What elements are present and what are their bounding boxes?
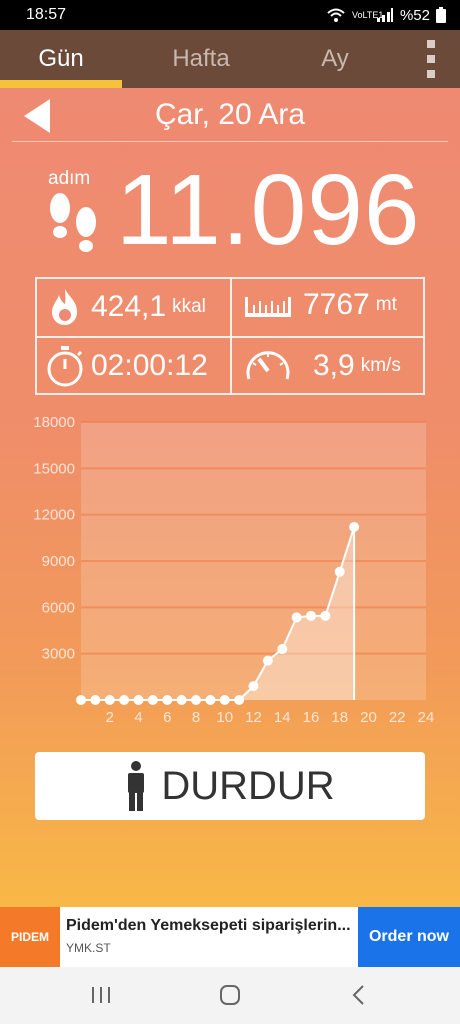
signal-icon: [376, 8, 393, 22]
chart-xtick-label: 4: [134, 709, 142, 726]
steps-chart-svg: 3000600090001200015000180002 4 6 8 10 12 14 16 1…: [33, 414, 435, 726]
chart-data-point: [162, 695, 173, 705]
chart-xtick-label: 18: [331, 709, 348, 726]
battery-percent: %52: [399, 6, 430, 24]
status-time: 18:57: [26, 6, 67, 23]
flame-icon: [52, 289, 77, 325]
speed-stat: 3,9 km/s: [243, 345, 401, 387]
ad-order-label: Order now: [368, 928, 449, 945]
network-label: VoLTE1: [351, 9, 384, 20]
tab-month-label: Ay: [321, 45, 349, 72]
speed-value: 3,9: [313, 349, 355, 382]
tab-month[interactable]: Ay: [280, 30, 390, 88]
calories-value: 424,1: [91, 290, 167, 323]
chart-data-point: [147, 695, 158, 705]
period-tabbar: Gün Hafta Ay: [0, 30, 460, 88]
chart-data-point: [205, 695, 216, 705]
chart-data-point: [176, 695, 187, 705]
chart-data-point: [291, 612, 302, 623]
steps-value: 11.096: [116, 154, 421, 266]
ad-subtitle: YMK.ST: [66, 941, 111, 955]
chart-data-point: [133, 695, 144, 705]
chart-xtick-label: 8: [192, 709, 200, 726]
status-bar: 18:57 VoLTE1 %52: [0, 0, 460, 30]
ruler-icon: [245, 297, 291, 317]
battery-icon: [436, 7, 446, 23]
chart-ytick-label: 12000: [33, 507, 75, 524]
person-icon: [128, 761, 145, 811]
distance-stat: 7767 mt: [243, 287, 397, 323]
speed-unit: km/s: [360, 355, 401, 376]
back-icon[interactable]: [350, 984, 366, 1006]
chart-data-point: [234, 695, 245, 705]
chart-xtick-label: 12: [245, 709, 262, 726]
ad-title[interactable]: Pidem'den Yemeksepeti siparişlerin...: [66, 917, 356, 935]
stopwatch-icon: [47, 346, 83, 387]
wifi-icon: [327, 8, 345, 22]
chart-xtick-label: 24: [418, 709, 435, 726]
chart-data-point: [219, 695, 230, 705]
stats-grid: 424,1 kkal 7767 mt 02:00:12 3,9 km/s: [35, 277, 425, 395]
chart-data-point: [76, 695, 86, 705]
ad-order-button[interactable]: Order now: [358, 907, 460, 967]
chart-data-point: [191, 695, 201, 705]
date-header: Çar, 20 Ara: [12, 88, 448, 142]
chart-data-point: [262, 655, 273, 666]
chart-xtick-label: 10: [216, 709, 233, 726]
chart-ytick-label: 9000: [42, 553, 75, 570]
date-label: Çar, 20 Ara: [154, 98, 306, 131]
recent-apps-icon[interactable]: [90, 985, 112, 1005]
system-navbar: [0, 967, 460, 1024]
speedometer-icon: [246, 351, 290, 380]
calories-unit: kkal: [172, 296, 206, 317]
stop-button[interactable]: DURDUR: [35, 752, 425, 820]
tab-week[interactable]: Hafta: [122, 30, 280, 88]
stop-button-label: DURDUR: [161, 763, 335, 808]
chart-data-point: [306, 610, 316, 621]
chart-data-point: [248, 681, 259, 692]
footprints-icon: [50, 193, 96, 252]
distance-unit: mt: [375, 294, 397, 315]
chart-data-point: [119, 695, 130, 705]
overflow-menu-icon[interactable]: [424, 40, 438, 78]
chart-data-point: [349, 522, 360, 533]
chart-data-point: [320, 610, 331, 621]
steps-chart: 3000 6000 9000 12000 15000 18000 2 4 6 8 10 12 14 16 1…: [0, 410, 460, 740]
duration-value: 02:00:12: [91, 349, 208, 382]
chart-xtick-label: 20: [360, 709, 377, 726]
chart-ytick-label: 3000: [42, 646, 75, 663]
tab-day-label: Gün: [38, 45, 84, 72]
chart-data-point: [90, 695, 101, 705]
main-content: Çar, 20 Ara adım 11.096 424,1 kkal 7767 …: [0, 88, 460, 908]
duration-stat: 02:00:12: [45, 345, 208, 387]
steps-label: adım: [48, 168, 91, 189]
chart-data-point: [334, 566, 345, 577]
home-icon[interactable]: [219, 984, 241, 1006]
chart-data-point: [104, 695, 115, 705]
chart-ytick-label: 18000: [33, 414, 75, 431]
chart-xtick-label: 14: [274, 709, 291, 726]
status-icons: VoLTE1 %52: [326, 7, 446, 24]
chart-data-point: [277, 644, 288, 655]
ad-logo-text: PIDEM: [10, 930, 49, 944]
distance-value: 7767: [303, 288, 370, 321]
chart-ytick-label: 6000: [42, 599, 75, 616]
calories-stat: 424,1 kkal: [47, 287, 206, 327]
tab-day[interactable]: Gün: [0, 30, 122, 88]
chart-xtick-label: 6: [163, 709, 171, 726]
chart-xtick-label: 16: [303, 709, 320, 726]
ad-banner[interactable]: PIDEM Pidem'den Yemeksepeti siparişlerin…: [0, 907, 460, 967]
chart-xtick-label: 2: [106, 709, 114, 726]
ad-logo[interactable]: PIDEM: [0, 907, 60, 967]
chart-ytick-label: 15000: [33, 460, 75, 477]
back-arrow-icon[interactable]: [24, 99, 50, 133]
tab-week-label: Hafta: [172, 45, 230, 72]
chart-xtick-label: 22: [389, 709, 406, 726]
